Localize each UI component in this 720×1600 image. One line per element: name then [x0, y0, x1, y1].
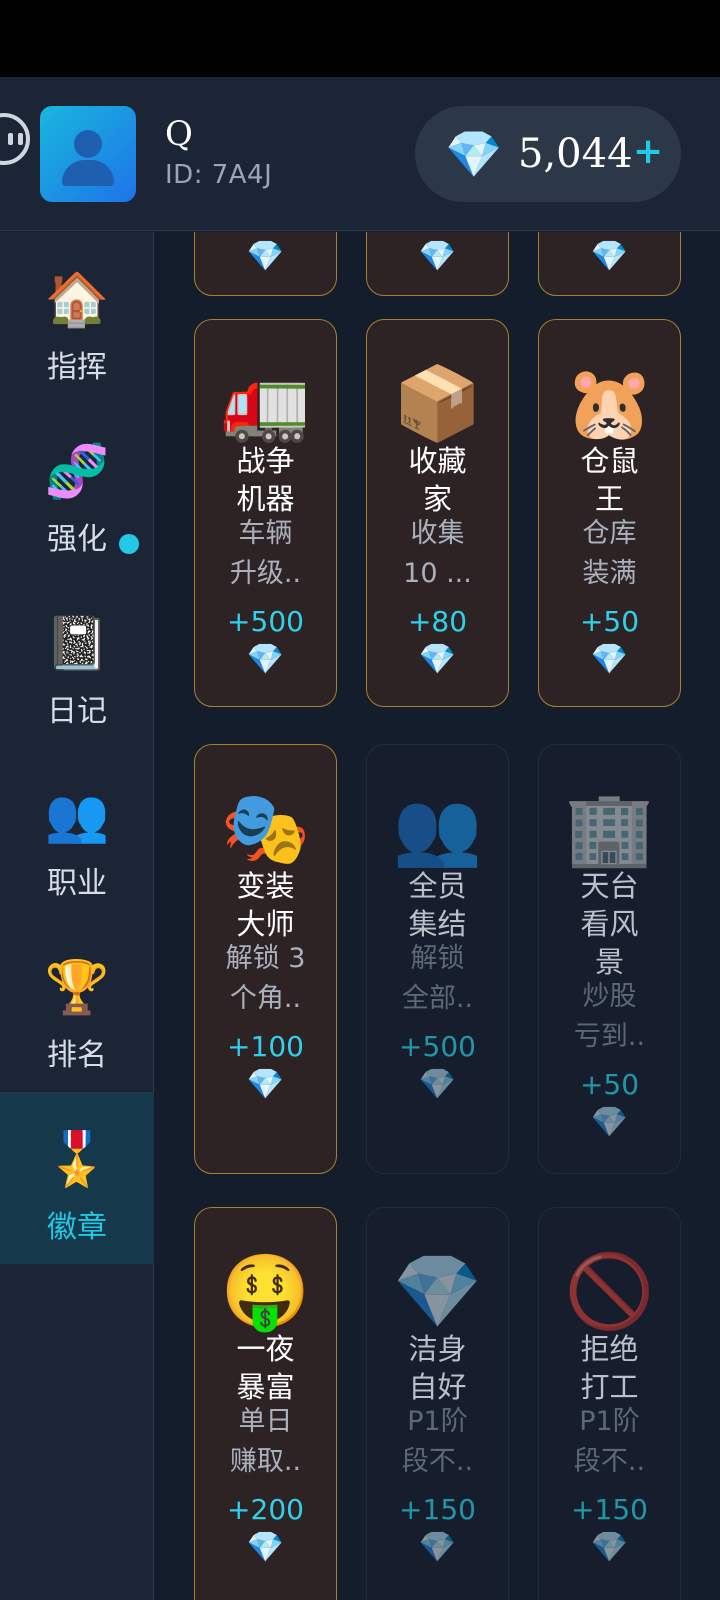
gem-icon: 💎 [445, 127, 503, 181]
add-gems-button[interactable]: + [633, 126, 663, 178]
achievement-title: 战争 机器 [236, 444, 295, 516]
achievement-icon: 🚛 [220, 361, 311, 445]
achievement-reward: +50 [579, 605, 640, 638]
achievement-desc: P1阶 段不.. [401, 1406, 474, 1477]
achievement-reward: +150 [399, 1493, 476, 1526]
notebook-icon: 📓 [44, 614, 110, 674]
achievement-title: 拒绝 打工 [580, 1332, 639, 1404]
gem-icon: 💎 [246, 1530, 285, 1565]
medal-icon: 🎖️ [44, 1130, 110, 1190]
gem-icon: 💎 [418, 239, 457, 274]
app-screen: Q ID: 7A4J 💎 5,044 + 🏠 指挥 🧬 强化 📓 日记 👥 职业… [0, 77, 720, 1600]
achievement-card[interactable]: 🐹 仓鼠 王仓库 装满 +50 💎 [538, 319, 681, 707]
achievement-card[interactable]: 📦 收藏 家收集 10 ... +80 💎 [366, 319, 509, 707]
achievement-card[interactable]: 🚛 战争 机器 车辆 升级.. +500 💎 [194, 319, 337, 707]
chat-bubble-icon[interactable] [0, 113, 30, 165]
achievement-desc: 车辆 升级.. [229, 518, 302, 589]
achievement-grid: 💎 💎 💎 🚛 战争 机器 车辆 升级.. +500 💎 📦 收藏 家收集 10 ... +80 💎 🐹… [154, 232, 720, 1600]
achievement-icon: 🚫 [564, 1249, 655, 1333]
gem-icon: 💎 [590, 1530, 629, 1565]
achievement-desc: 单日 赚取.. [229, 1406, 302, 1477]
achievement-card[interactable]: 💎 [538, 232, 681, 296]
achievement-title: 一夜 暴富 [236, 1332, 295, 1404]
gem-icon: 💎 [590, 642, 629, 677]
achievement-icon: 💎 [392, 1249, 483, 1333]
achievement-reward: +150 [571, 1493, 648, 1526]
achievement-reward: +200 [227, 1493, 304, 1526]
achievement-card[interactable]: 👥 全员 集结 解锁 全部.. +500 💎 [366, 744, 509, 1174]
achievement-reward: +80 [407, 605, 468, 638]
achievement-card[interactable]: 💎 洁身 自好 P1阶 段不.. +150 💎 [366, 1207, 509, 1600]
gem-icon: 💎 [590, 1105, 629, 1140]
achievement-card[interactable]: 🎭 变装 大师 解锁 3 个角.. +100 💎 [194, 744, 337, 1174]
achievement-desc: 炒股 亏到.. [573, 981, 646, 1052]
achievement-title: 洁身 自好 [408, 1332, 467, 1404]
gem-balance[interactable]: 💎 5,044 + [415, 106, 681, 202]
sidebar-item-command[interactable]: 🏠 指挥 [0, 232, 154, 404]
gem-amount: 5,044 [518, 131, 633, 177]
person-body-shape [62, 160, 114, 186]
achievement-card[interactable]: 💎 [366, 232, 509, 296]
achievement-icon: 🏢 [564, 786, 655, 870]
user-id: ID: 7A4J [165, 160, 273, 190]
gem-icon: 💎 [418, 642, 457, 677]
sidebar-item-label: 徽章 [47, 1210, 107, 1245]
gem-icon: 💎 [246, 239, 285, 274]
gem-icon: 💎 [418, 1530, 457, 1565]
achievement-title: 变装 大师 [236, 869, 295, 941]
sidebar-item-label: 排名 [47, 1038, 107, 1073]
achievement-reward: +500 [227, 605, 304, 638]
sidebar-item-label: 职业 [47, 866, 107, 901]
achievement-card[interactable]: 🤑 一夜 暴富 单日 赚取.. +200 💎 [194, 1207, 337, 1600]
people-icon: 👥 [44, 786, 110, 846]
achievement-desc: P1阶 段不.. [573, 1406, 646, 1477]
sidebar-item-label: 日记 [47, 694, 107, 729]
sidebar-item-label: 指挥 [47, 350, 107, 385]
sidebar-item-badges[interactable]: 🎖️ 徽章 [0, 1092, 154, 1264]
gem-icon: 💎 [246, 642, 285, 677]
avatar[interactable] [40, 106, 136, 202]
achievement-icon: 🤑 [220, 1249, 311, 1333]
sidebar-nav: 🏠 指挥 🧬 强化 📓 日记 👥 职业 🏆 排名 🎖️ 徽章 [0, 232, 154, 1600]
achievement-desc: 解锁 3 个角.. [225, 943, 306, 1014]
achievement-card[interactable]: 🏢 天台 看风 景炒股 亏到.. +50 💎 [538, 744, 681, 1174]
gem-icon: 💎 [590, 239, 629, 274]
person-silhouette-icon [74, 130, 102, 158]
achievement-card[interactable]: 💎 [194, 232, 337, 296]
achievement-reward: +500 [399, 1030, 476, 1063]
achievement-title: 收藏 家 [408, 444, 467, 516]
achievement-icon: 🎭 [220, 786, 311, 870]
achievement-card[interactable]: 🚫 拒绝 打工 P1阶 段不.. +150 💎 [538, 1207, 681, 1600]
achievement-icon: 📦 [392, 361, 483, 445]
achievement-icon: 👥 [392, 786, 483, 870]
profile-header: Q ID: 7A4J 💎 5,044 + [0, 77, 720, 231]
gem-icon: 💎 [418, 1067, 457, 1102]
achievement-icon: 🐹 [564, 361, 655, 445]
sidebar-item-ranking[interactable]: 🏆 排名 [0, 920, 154, 1092]
trophy-icon: 🏆 [44, 958, 110, 1018]
achievement-title: 全员 集结 [408, 869, 467, 941]
achievement-desc: 仓库 装满 [582, 518, 637, 589]
achievement-title: 天台 看风 景 [580, 869, 639, 979]
achievement-reward: +50 [579, 1068, 640, 1101]
dna-icon: 🧬 [44, 442, 110, 502]
achievement-desc: 收集 10 ... [403, 518, 472, 589]
house-icon: 🏠 [44, 270, 110, 330]
status-bar [0, 0, 720, 77]
user-name: Q [165, 114, 193, 154]
achievement-reward: +100 [227, 1030, 304, 1063]
gem-icon: 💎 [246, 1067, 285, 1102]
achievement-title: 仓鼠 王 [580, 444, 639, 516]
sidebar-item-diary[interactable]: 📓 日记 [0, 576, 154, 748]
sidebar-item-career[interactable]: 👥 职业 [0, 748, 154, 920]
notification-dot [119, 534, 139, 554]
achievement-desc: 解锁 全部.. [401, 943, 474, 1014]
